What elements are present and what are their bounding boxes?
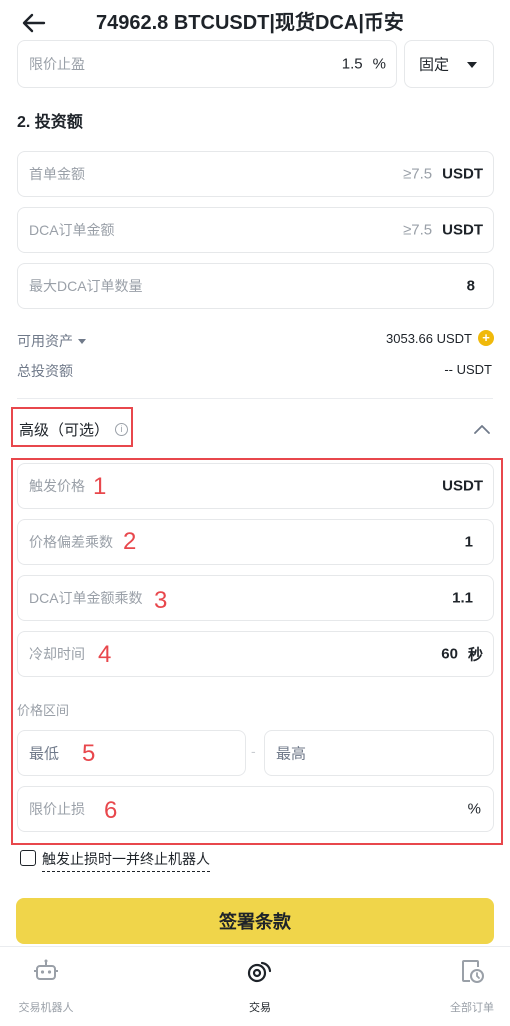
- first-order-unit: USDT: [442, 165, 483, 183]
- take-profit-field[interactable]: 限价止盈 1.5 %: [17, 40, 397, 88]
- dca-multiplier-value: 1.1: [452, 589, 473, 607]
- dca-order-unit: USDT: [442, 221, 483, 239]
- page-title: 74962.8 BTCUSDT|现货DCA|币安: [96, 12, 404, 34]
- price-deviation-field[interactable]: 价格偏差乘数 1: [17, 519, 494, 565]
- chevron-up-icon[interactable]: [474, 424, 490, 434]
- back-arrow-icon[interactable]: [20, 10, 48, 36]
- take-profit-label: 限价止盈: [29, 56, 85, 72]
- annotation-3: 3: [154, 587, 168, 614]
- dca-order-hint: ≥7.5: [403, 221, 433, 239]
- take-profit-unit: %: [372, 55, 386, 73]
- sign-terms-button[interactable]: 签署条款: [16, 898, 494, 944]
- total-investment-value: -- USDT: [444, 362, 492, 377]
- available-assets-label: 可用资产: [17, 333, 73, 349]
- annotation-6: 6: [104, 797, 118, 824]
- cooldown-value: 60: [441, 645, 458, 663]
- tab-label-all-orders: 全部订单: [450, 1002, 494, 1014]
- trigger-price-label: 触发价格: [29, 478, 85, 494]
- terminate-bot-label[interactable]: 触发止损时一并终止机器人: [42, 849, 210, 872]
- dropdown-caret-icon: [467, 62, 477, 68]
- stop-loss-field[interactable]: 限价止损 %: [17, 786, 494, 832]
- cooldown-field[interactable]: 冷却时间 60 秒: [17, 631, 494, 677]
- robot-icon: [34, 959, 58, 980]
- price-range-label: 价格区间: [17, 703, 70, 718]
- first-order-field[interactable]: 首单金额 ≥7.5 USDT: [17, 151, 494, 197]
- total-investment-label: 总投资额: [17, 363, 73, 379]
- available-assets-value: 3053.66 USDT: [386, 330, 472, 346]
- price-range-separator: -: [251, 743, 256, 759]
- orders-clock-icon: [462, 960, 484, 983]
- annotation-2: 2: [123, 528, 137, 555]
- price-range-max-field[interactable]: 最高: [264, 730, 494, 776]
- tab-all-orders[interactable]: 全部订单: [412, 957, 510, 1015]
- total-investment-row: 总投资额: [17, 361, 73, 381]
- dca-multiplier-field[interactable]: DCA订单金额乘数 1.1: [17, 575, 494, 621]
- tab-label-trade: 交易: [249, 1002, 271, 1014]
- trigger-price-field[interactable]: 触发价格 USDT: [17, 463, 494, 509]
- trigger-price-unit: USDT: [442, 477, 483, 495]
- price-range-min-field[interactable]: 最低: [17, 730, 246, 776]
- annotation-4: 4: [98, 641, 112, 668]
- tab-label-trading-bots: 交易机器人: [18, 1002, 74, 1014]
- trade-icon: [247, 961, 272, 983]
- tab-trade[interactable]: 交易: [200, 957, 320, 1015]
- dca-order-label: DCA订单金额: [29, 222, 115, 238]
- terminate-bot-checkbox[interactable]: [20, 850, 36, 866]
- take-profit-value: 1.5: [341, 55, 363, 73]
- tab-trading-bots[interactable]: 交易机器人: [0, 957, 106, 1015]
- price-deviation-value: 1: [464, 533, 473, 551]
- max-dca-field[interactable]: 最大DCA订单数量 8: [17, 263, 494, 309]
- investment-section-title: 2. 投资额: [17, 114, 83, 131]
- stop-loss-unit: %: [467, 800, 481, 818]
- take-profit-mode-value: 固定: [419, 56, 450, 74]
- dca-order-field[interactable]: DCA订单金额 ≥7.5 USDT: [17, 207, 494, 253]
- divider: [17, 398, 493, 399]
- first-order-label: 首单金额: [29, 166, 85, 182]
- annotation-5: 5: [82, 740, 96, 767]
- add-funds-icon[interactable]: +: [478, 330, 494, 346]
- cooldown-unit: 秒: [467, 646, 483, 664]
- info-icon[interactable]: i: [115, 423, 129, 436]
- max-dca-value: 8: [466, 277, 475, 295]
- stop-loss-label: 限价止损: [29, 801, 85, 817]
- max-dca-label: 最大DCA订单数量: [29, 278, 143, 294]
- price-range-min-placeholder: 最低: [29, 745, 60, 763]
- cooldown-label: 冷却时间: [29, 646, 85, 662]
- advanced-title: 高级（可选）: [19, 422, 110, 439]
- first-order-hint: ≥7.5: [403, 165, 433, 183]
- price-deviation-label: 价格偏差乘数: [29, 534, 113, 550]
- price-range-max-placeholder: 最高: [276, 745, 307, 763]
- annotation-1: 1: [93, 473, 107, 500]
- total-investment-value-row: -- USDT: [444, 362, 492, 377]
- dca-multiplier-label: DCA订单金额乘数: [29, 590, 143, 606]
- caret-down-icon: [78, 338, 86, 344]
- bottom-tab-bar: 交易机器人 交易 全部订单: [0, 946, 510, 1026]
- available-assets-dropdown[interactable]: 可用资产: [17, 331, 86, 351]
- take-profit-mode-select[interactable]: 固定: [404, 40, 494, 88]
- available-assets-row: 3053.66 USDT +: [386, 330, 494, 346]
- advanced-toggle[interactable]: 高级（可选） i: [11, 407, 133, 447]
